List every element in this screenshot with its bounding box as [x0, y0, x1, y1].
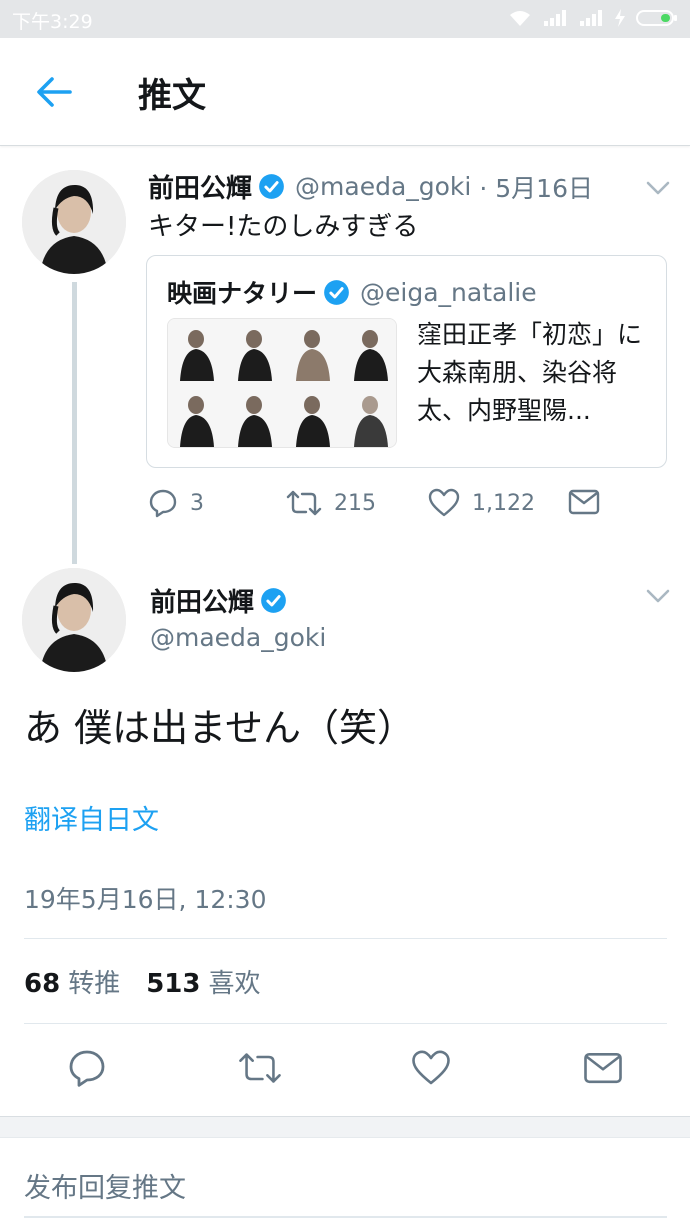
message-button[interactable]	[583, 1048, 623, 1088]
quoted-tweet-header: 映画ナタリー @eiga_natalie	[167, 274, 537, 310]
message-button[interactable]	[568, 488, 600, 516]
verified-icon	[324, 279, 349, 305]
main-tweet-author: 前田公輝	[150, 582, 287, 619]
retweet-icon	[239, 1053, 281, 1083]
reply-button[interactable]	[67, 1048, 107, 1088]
retweet-button[interactable]: 215	[286, 488, 376, 518]
retweet-icon	[286, 490, 322, 516]
status-bar: 下午3:29	[0, 0, 690, 38]
thread-connector	[72, 282, 77, 564]
tweet-text: あ 僕は出ません（笑）	[24, 706, 415, 750]
like-count: 1,122	[472, 490, 535, 516]
retweet-total[interactable]: 68	[24, 969, 60, 999]
author-name[interactable]: 前田公輝	[150, 582, 254, 619]
like-button[interactable]	[411, 1048, 451, 1088]
author-name[interactable]: 前田公輝	[148, 168, 252, 205]
back-button[interactable]	[34, 74, 74, 110]
like-icon	[428, 488, 460, 517]
avatar[interactable]	[22, 170, 126, 274]
section-separator	[0, 1116, 690, 1138]
signal-icon	[544, 10, 566, 26]
top-app-bar: 推文	[0, 38, 690, 146]
signal-icon	[580, 10, 602, 26]
avatar-image	[22, 568, 126, 672]
chevron-down-icon[interactable]	[645, 180, 671, 196]
tweet-text: キター!たのしみすぎる	[148, 212, 419, 242]
verified-icon	[259, 174, 284, 199]
like-icon	[412, 1050, 450, 1085]
reply-count: 3	[190, 490, 204, 516]
reply-icon	[69, 1050, 105, 1087]
page-title: 推文	[138, 76, 206, 116]
parent-tweet-actions: 3 215 1,122	[148, 488, 618, 528]
translate-link[interactable]: 翻译自日文	[24, 798, 159, 837]
author-handle[interactable]: @maeda_goki	[150, 623, 326, 652]
divider	[24, 1023, 667, 1024]
engagement-stats: 68 转推 513 喜欢	[24, 963, 287, 1000]
cast-photo-grid	[168, 319, 396, 447]
reply-input-underline	[24, 1216, 667, 1218]
retweet-count: 215	[334, 490, 376, 516]
author-handle[interactable]: @maeda_goki	[295, 172, 471, 201]
quoted-tweet-card[interactable]: 映画ナタリー @eiga_natalie 窪田正孝「初恋」に大森南朋、染谷将太、…	[146, 255, 667, 468]
main-tweet-actions	[0, 1048, 690, 1094]
tweet-date: · 5月16日	[479, 173, 593, 203]
back-arrow-icon	[37, 77, 72, 107]
reply-icon	[149, 489, 177, 518]
retweet-total-label[interactable]: 转推	[68, 963, 120, 1000]
reply-button[interactable]: 3	[148, 488, 204, 518]
avatar[interactable]	[22, 568, 126, 672]
charging-icon	[615, 9, 625, 27]
quoted-media-image[interactable]	[167, 318, 397, 448]
quoted-author-name: 映画ナタリー	[167, 279, 318, 308]
retweet-button[interactable]	[238, 1048, 282, 1088]
message-icon	[584, 1052, 622, 1084]
verified-icon	[261, 588, 286, 613]
battery-icon	[636, 10, 677, 26]
quoted-tweet-text: 窪田正孝「初恋」に大森南朋、染谷将太、内野聖陽...	[417, 320, 643, 425]
parent-tweet-header: 前田公輝 @maeda_goki · 5月16日	[148, 168, 593, 205]
like-button[interactable]: 1,122	[428, 488, 535, 518]
wifi-icon	[510, 11, 530, 26]
tweet-timestamp: 19年5月16日, 12:30	[24, 885, 267, 914]
reply-input[interactable]: 发布回复推文	[24, 1166, 186, 1205]
quoted-author-handle: @eiga_natalie	[360, 277, 537, 307]
like-total[interactable]: 513	[146, 969, 200, 999]
divider	[24, 938, 667, 939]
message-icon	[568, 489, 600, 515]
chevron-down-icon[interactable]	[645, 588, 671, 604]
status-icons	[508, 9, 678, 27]
avatar-image	[22, 170, 126, 274]
status-time: 下午3:29	[12, 11, 93, 33]
like-total-label[interactable]: 喜欢	[208, 963, 260, 1000]
